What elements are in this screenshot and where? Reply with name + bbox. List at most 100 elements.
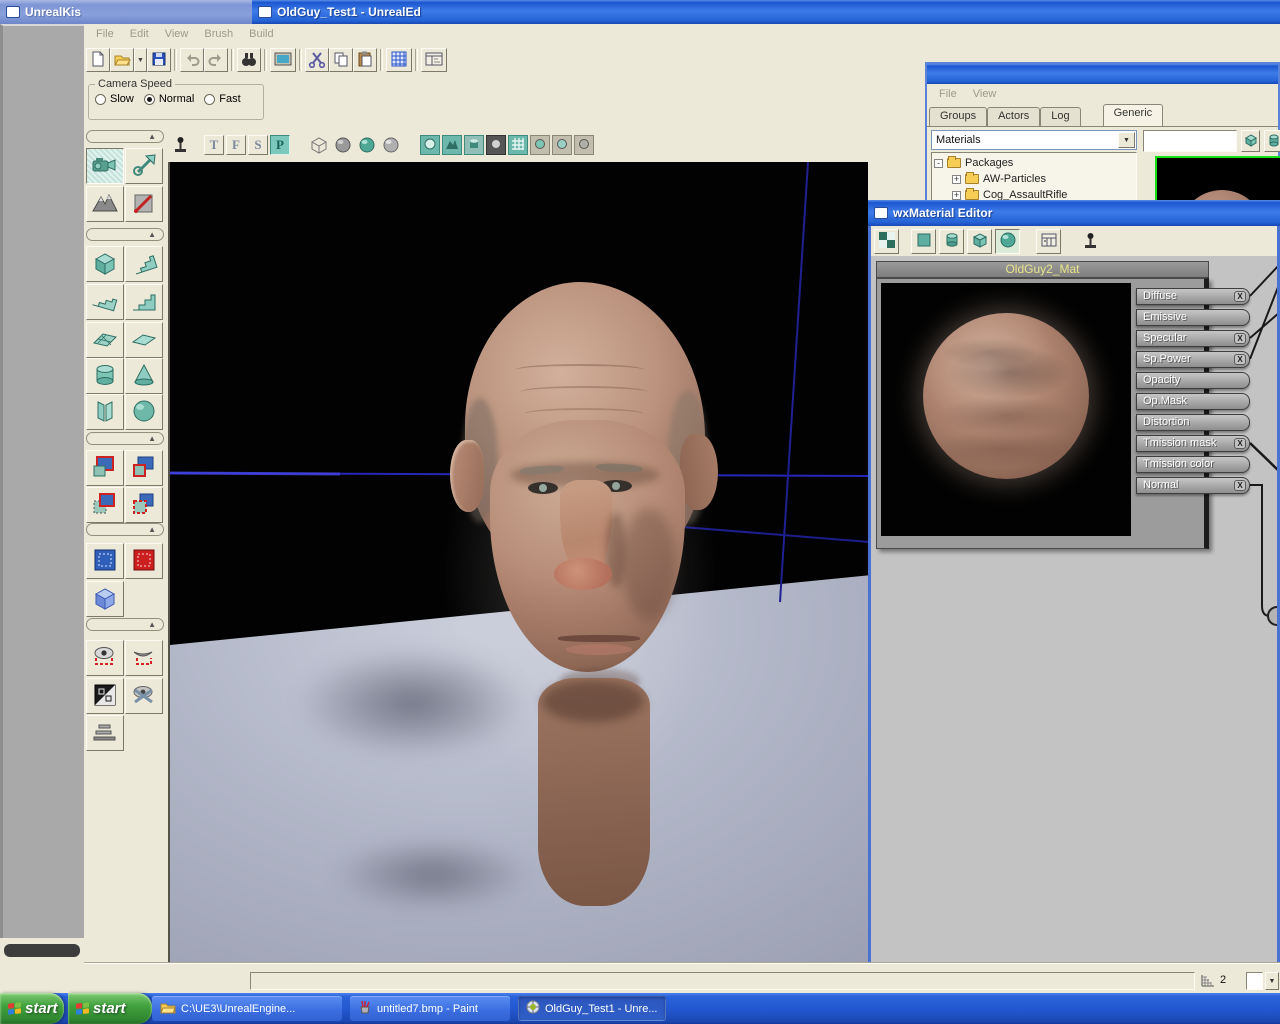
material-node-header[interactable]: OldGuy2_Mat (876, 261, 1209, 278)
palette-section-header[interactable]: ▲ (86, 130, 164, 143)
channel-sp-power[interactable]: Sp.PowerX (1136, 351, 1250, 368)
open-file-button[interactable] (110, 48, 134, 72)
new-document-button[interactable] (86, 48, 110, 72)
channel-clear-button[interactable]: X (1234, 333, 1246, 344)
cut-button[interactable] (305, 48, 329, 72)
tree-collapse-toggle[interactable]: - (934, 159, 943, 168)
dropdown-arrow-button[interactable]: ▼ (1118, 132, 1135, 148)
channel-clear-button[interactable]: X (1234, 480, 1246, 491)
channel-diffuse[interactable]: DiffuseX (1136, 288, 1250, 305)
menu-brush[interactable]: Brush (196, 26, 241, 42)
perspective-viewport[interactable] (168, 162, 868, 963)
lighting-only-mode-button[interactable] (380, 134, 402, 156)
grid-snap-checkbox[interactable] (1246, 972, 1263, 990)
front-view-button[interactable]: F (226, 135, 246, 155)
grid-size-dropdown-button[interactable]: ▼ (1265, 972, 1279, 990)
cube-brush-button[interactable] (86, 246, 124, 282)
csg-intersect-button[interactable] (86, 487, 124, 523)
staircase-brush-button[interactable] (125, 284, 163, 320)
generic-browser-titlebar[interactable] (927, 64, 1278, 84)
top-view-button[interactable]: T (204, 135, 224, 155)
taskbar-item-paint[interactable]: untitled7.bmp - Paint (350, 996, 510, 1021)
tree-expand-toggle[interactable]: + (952, 191, 961, 200)
menu-view[interactable]: View (157, 26, 197, 42)
perspective-view-button[interactable]: P (270, 135, 290, 155)
side-view-button[interactable]: S (248, 135, 268, 155)
show-unknown-button[interactable] (486, 135, 506, 155)
realtime-preview-button[interactable] (1036, 229, 1061, 254)
lock-viewport-button[interactable] (168, 134, 192, 156)
open-dropdown-button[interactable]: ▼ (134, 48, 147, 72)
camera-speed-fast-radio[interactable] (204, 94, 215, 105)
material-filter-input[interactable] (1143, 130, 1237, 152)
channel-tmission-color[interactable]: Tmission color (1136, 456, 1250, 473)
channel-specular[interactable]: SpecularX (1136, 330, 1250, 347)
teal-cube-button-2[interactable] (1264, 130, 1280, 152)
resource-type-dropdown[interactable]: Materials ▼ (931, 130, 1137, 150)
copy-button[interactable] (329, 48, 353, 72)
invert-selection-button[interactable] (86, 678, 124, 714)
channel-op-mask[interactable]: Op.Mask (1136, 393, 1250, 410)
menu-build[interactable]: Build (241, 26, 281, 42)
cylinder-brush-button[interactable] (86, 358, 124, 394)
actor-properties-button[interactable] (421, 48, 447, 72)
tab-log[interactable]: Log (1040, 107, 1080, 126)
channel-emissive[interactable]: Emissive (1136, 309, 1250, 326)
show-fog-button[interactable] (464, 135, 484, 155)
tree-expand-toggle[interactable]: + (952, 175, 961, 184)
channel-opacity[interactable]: Opacity (1136, 372, 1250, 389)
show-terrain-button[interactable] (442, 135, 462, 155)
main-titlebar[interactable]: OldGuy_Test1 - UnrealEd (252, 0, 1280, 24)
background-checker-button[interactable] (874, 229, 899, 254)
find-actor-button[interactable] (237, 48, 261, 72)
csg-add-button[interactable] (86, 450, 124, 486)
show-flag-c-button[interactable] (574, 135, 594, 155)
camera-mode-button[interactable] (86, 148, 124, 184)
geometry-mode-button[interactable] (125, 186, 163, 222)
wireframe-mode-button[interactable] (308, 134, 330, 156)
curved-staircase-brush-button[interactable] (125, 246, 163, 282)
sync-browser-button[interactable] (1077, 229, 1102, 254)
cylinder-preview-button[interactable] (939, 229, 964, 254)
sphere-preview-button[interactable] (995, 229, 1020, 254)
add-antiportal-button[interactable] (125, 543, 163, 579)
hide-selected-button[interactable] (125, 640, 163, 676)
texture-browser-button[interactable] (386, 48, 412, 72)
cone-brush-button[interactable] (125, 358, 163, 394)
gb-menu-file[interactable]: File (931, 86, 965, 102)
channel-normal[interactable]: NormalX (1136, 477, 1250, 494)
tab-generic[interactable]: Generic (1103, 104, 1164, 126)
show-all-button[interactable] (125, 678, 163, 714)
translate-mode-button[interactable] (125, 148, 163, 184)
undo-button[interactable] (180, 48, 204, 72)
tree-item-packages[interactable]: - Packages (934, 155, 1134, 171)
channel-clear-button[interactable]: X (1234, 291, 1246, 302)
camera-speed-slow-radio[interactable] (95, 94, 106, 105)
lit-mode-button[interactable] (356, 134, 378, 156)
taskbar-item-unrealed[interactable]: OldGuy_Test1 - Unre... (518, 996, 666, 1021)
tab-actors[interactable]: Actors (987, 107, 1040, 126)
channel-clear-button[interactable]: X (1234, 438, 1246, 449)
channel-clear-button[interactable]: X (1234, 354, 1246, 365)
camera-speed-normal-radio[interactable] (144, 94, 155, 105)
show-flag-b-button[interactable] (552, 135, 572, 155)
sheet-brush-button[interactable] (125, 322, 163, 358)
csg-subtract-button[interactable] (125, 450, 163, 486)
show-grid-button[interactable] (508, 135, 528, 155)
align-button[interactable] (86, 715, 124, 751)
taskbar-item-explorer[interactable]: C:\UE3\UnrealEngine... (152, 996, 342, 1021)
add-special-brush-button[interactable] (86, 543, 124, 579)
tessellated-sheet-brush-button[interactable] (86, 322, 124, 358)
channel-tmission-mask[interactable]: Tmission maskX (1136, 435, 1250, 452)
fullscreen-button[interactable] (270, 48, 296, 72)
teal-cube-button-1[interactable] (1241, 130, 1260, 152)
unlit-mode-button[interactable] (332, 134, 354, 156)
kismet-titlebar[interactable]: UnrealKis (0, 0, 252, 24)
save-button[interactable] (147, 48, 171, 72)
menu-edit[interactable]: Edit (122, 26, 157, 42)
show-selected-button[interactable] (86, 640, 124, 676)
sphere-brush-button[interactable] (125, 394, 163, 430)
redo-button[interactable] (204, 48, 228, 72)
volumetric-brush-button[interactable] (86, 394, 124, 430)
palette-section-header[interactable]: ▲ (86, 432, 164, 445)
